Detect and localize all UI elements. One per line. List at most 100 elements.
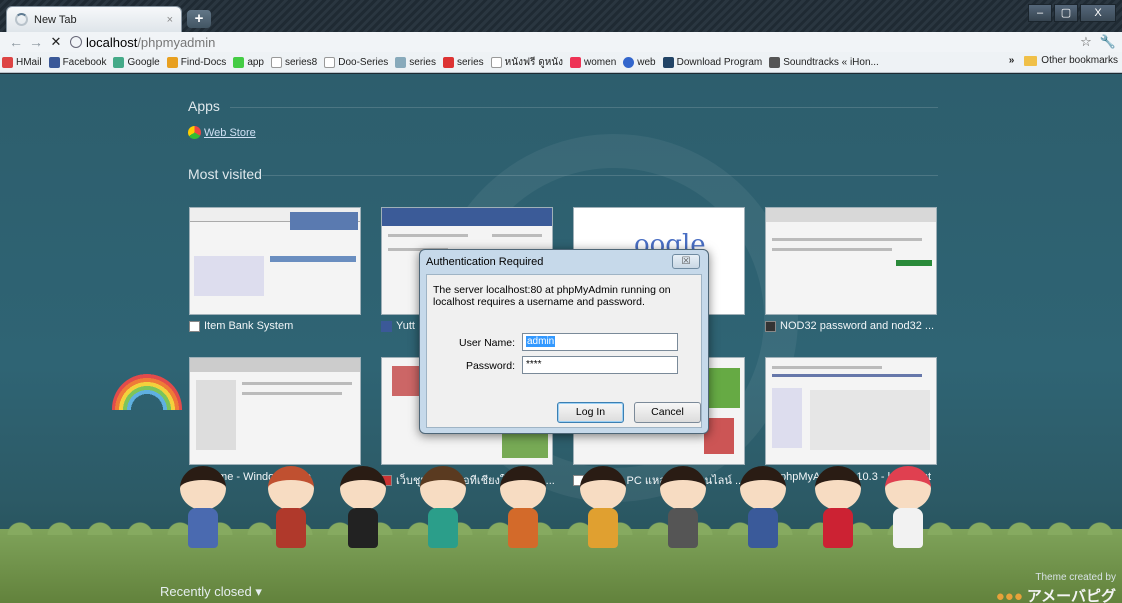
bookmark-icon — [769, 56, 781, 68]
web-store-link[interactable]: Web Store — [188, 126, 256, 139]
bookmark-icon — [395, 56, 407, 68]
cancel-button[interactable]: Cancel — [634, 402, 701, 423]
bookmark-label: Soundtracks « iHon... — [783, 56, 879, 68]
close-window-button[interactable]: X — [1080, 4, 1116, 22]
maximize-button[interactable]: ▢ — [1054, 4, 1078, 22]
character — [420, 466, 466, 556]
bookmarks-overflow-icon[interactable]: » — [1009, 55, 1015, 66]
bookmark-label: หนังฟรี ดูหนัง — [504, 56, 564, 68]
caption-text: Yutt — [396, 320, 415, 332]
bookmark-label: Google — [127, 56, 160, 68]
back-arrow-icon[interactable]: ← — [6, 34, 26, 50]
bookmarks-bar: HMail Facebook Google Find-Docs app seri… — [0, 52, 1122, 73]
page-icon — [189, 320, 200, 332]
bookmark-women[interactable]: women — [570, 56, 616, 68]
bookmark-label: series8 — [285, 56, 318, 68]
folder-icon — [1024, 55, 1038, 66]
character — [340, 466, 386, 556]
theme-logo-text: アメーバピグ — [1026, 588, 1116, 603]
bookmark-label: Download Program — [676, 56, 763, 68]
bookmark-label: Facebook — [62, 56, 107, 68]
bookmark-label: Doo-Series — [338, 56, 389, 68]
tab-new-tab[interactable]: New Tab × — [6, 6, 182, 32]
window-controls: – ▢ X — [1028, 4, 1116, 22]
url-host: localhost — [86, 34, 138, 50]
character — [180, 466, 226, 556]
character — [500, 466, 546, 556]
bookmark-soundtracks[interactable]: Soundtracks « iHon... — [769, 56, 879, 68]
forward-arrow-icon[interactable]: → — [26, 34, 46, 50]
bookmark-google[interactable]: Google — [113, 56, 160, 68]
bookmark-series[interactable]: series — [395, 56, 436, 68]
bookmark-label: app — [247, 56, 264, 68]
bookmark-label: series — [409, 56, 436, 68]
minimize-button[interactable]: – — [1028, 4, 1052, 22]
bookmark-icon — [662, 56, 674, 68]
bookmark-icon — [623, 56, 635, 68]
nod32-icon — [765, 320, 776, 332]
bookmark-web[interactable]: web — [623, 56, 656, 68]
dialog-title: Authentication Required — [426, 256, 544, 268]
theme-logo: ●●● アメーバピグ — [996, 585, 1116, 603]
dialog-message: The server localhost:80 at phpMyAdmin ru… — [433, 284, 671, 308]
wrench-menu-icon[interactable]: 🔧 — [1100, 34, 1116, 50]
thumbnail-windows-live[interactable] — [189, 357, 361, 465]
bookmark-icon — [166, 56, 178, 68]
title-bar: New Tab × + – ▢ X — [0, 0, 1122, 32]
recently-closed-menu[interactable]: Recently closed ▾ — [160, 584, 262, 600]
globe-icon — [70, 36, 82, 48]
url-path: /phpmyadmin — [137, 34, 216, 50]
tab-close-icon[interactable]: × — [167, 14, 173, 26]
bookmark-icon — [113, 56, 125, 68]
bookmark-icon — [570, 56, 582, 68]
character — [740, 466, 786, 556]
password-field[interactable]: **** — [522, 356, 678, 374]
web-store-label: Web Store — [204, 126, 256, 139]
caption-text: Item Bank System — [204, 320, 294, 332]
log-in-button[interactable]: Log In — [557, 402, 624, 423]
stop-loading-icon[interactable]: ✕ — [46, 34, 66, 50]
authentication-dialog: Authentication Required ☒ The server loc… — [419, 249, 709, 434]
bookmark-series-2[interactable]: series — [442, 56, 484, 68]
thumbnail-nod32[interactable] — [765, 207, 937, 315]
page-icon — [271, 56, 282, 68]
tab-title: New Tab — [34, 13, 77, 26]
bookmark-find-docs[interactable]: Find-Docs — [166, 56, 227, 68]
character — [268, 466, 314, 556]
thumbnail-phpmyadmin[interactable] — [765, 357, 937, 465]
bookmark-icon — [2, 56, 13, 68]
thumbnail-item-bank[interactable] — [189, 207, 361, 315]
page-icon — [490, 56, 502, 68]
address-bar[interactable]: localhost/phpmyadmin — [70, 33, 1080, 51]
most-visited-title[interactable]: Most visited — [188, 166, 262, 182]
bookmark-download-program[interactable]: Download Program — [662, 56, 763, 68]
apps-section-title[interactable]: Apps — [188, 98, 220, 114]
bookmark-hmail[interactable]: HMail — [2, 56, 42, 68]
bookmark-facebook[interactable]: Facebook — [48, 56, 107, 68]
character — [660, 466, 706, 556]
bookmark-doo-series[interactable]: Doo-Series — [324, 56, 389, 68]
characters-decoration — [180, 466, 940, 586]
username-value: admin — [526, 336, 556, 347]
bookmark-label: HMail — [16, 56, 42, 68]
password-label: Password: — [465, 360, 515, 372]
caption-text: NOD32 password and nod32 ... — [780, 320, 935, 332]
new-tab-button[interactable]: + — [187, 10, 211, 28]
thumbnail-caption[interactable]: Item Bank System — [189, 320, 293, 332]
other-bookmarks[interactable]: Other bookmarks — [1041, 55, 1118, 66]
facebook-icon — [381, 320, 392, 332]
bookmark-app[interactable]: app — [233, 56, 264, 68]
bookmark-icon — [442, 56, 454, 68]
bookmark-star-icon[interactable]: ☆ — [1080, 34, 1092, 50]
theme-credit: Theme created by — [1035, 572, 1116, 583]
dialog-body: The server localhost:80 at phpMyAdmin ru… — [426, 274, 702, 428]
pigg-logo-icon: ●●● — [995, 588, 1023, 603]
bookmark-thai-movies[interactable]: หนังฟรี ดูหนัง — [490, 55, 564, 70]
username-field[interactable]: admin — [522, 333, 678, 351]
thumbnail-caption[interactable]: Yutt — [381, 320, 415, 332]
dialog-close-button[interactable]: ☒ — [672, 254, 700, 269]
bookmark-label: Find-Docs — [180, 56, 227, 68]
bookmark-series8[interactable]: series8 — [271, 56, 318, 68]
thumbnail-caption[interactable]: NOD32 password and nod32 ... — [765, 320, 934, 332]
character — [885, 466, 931, 556]
